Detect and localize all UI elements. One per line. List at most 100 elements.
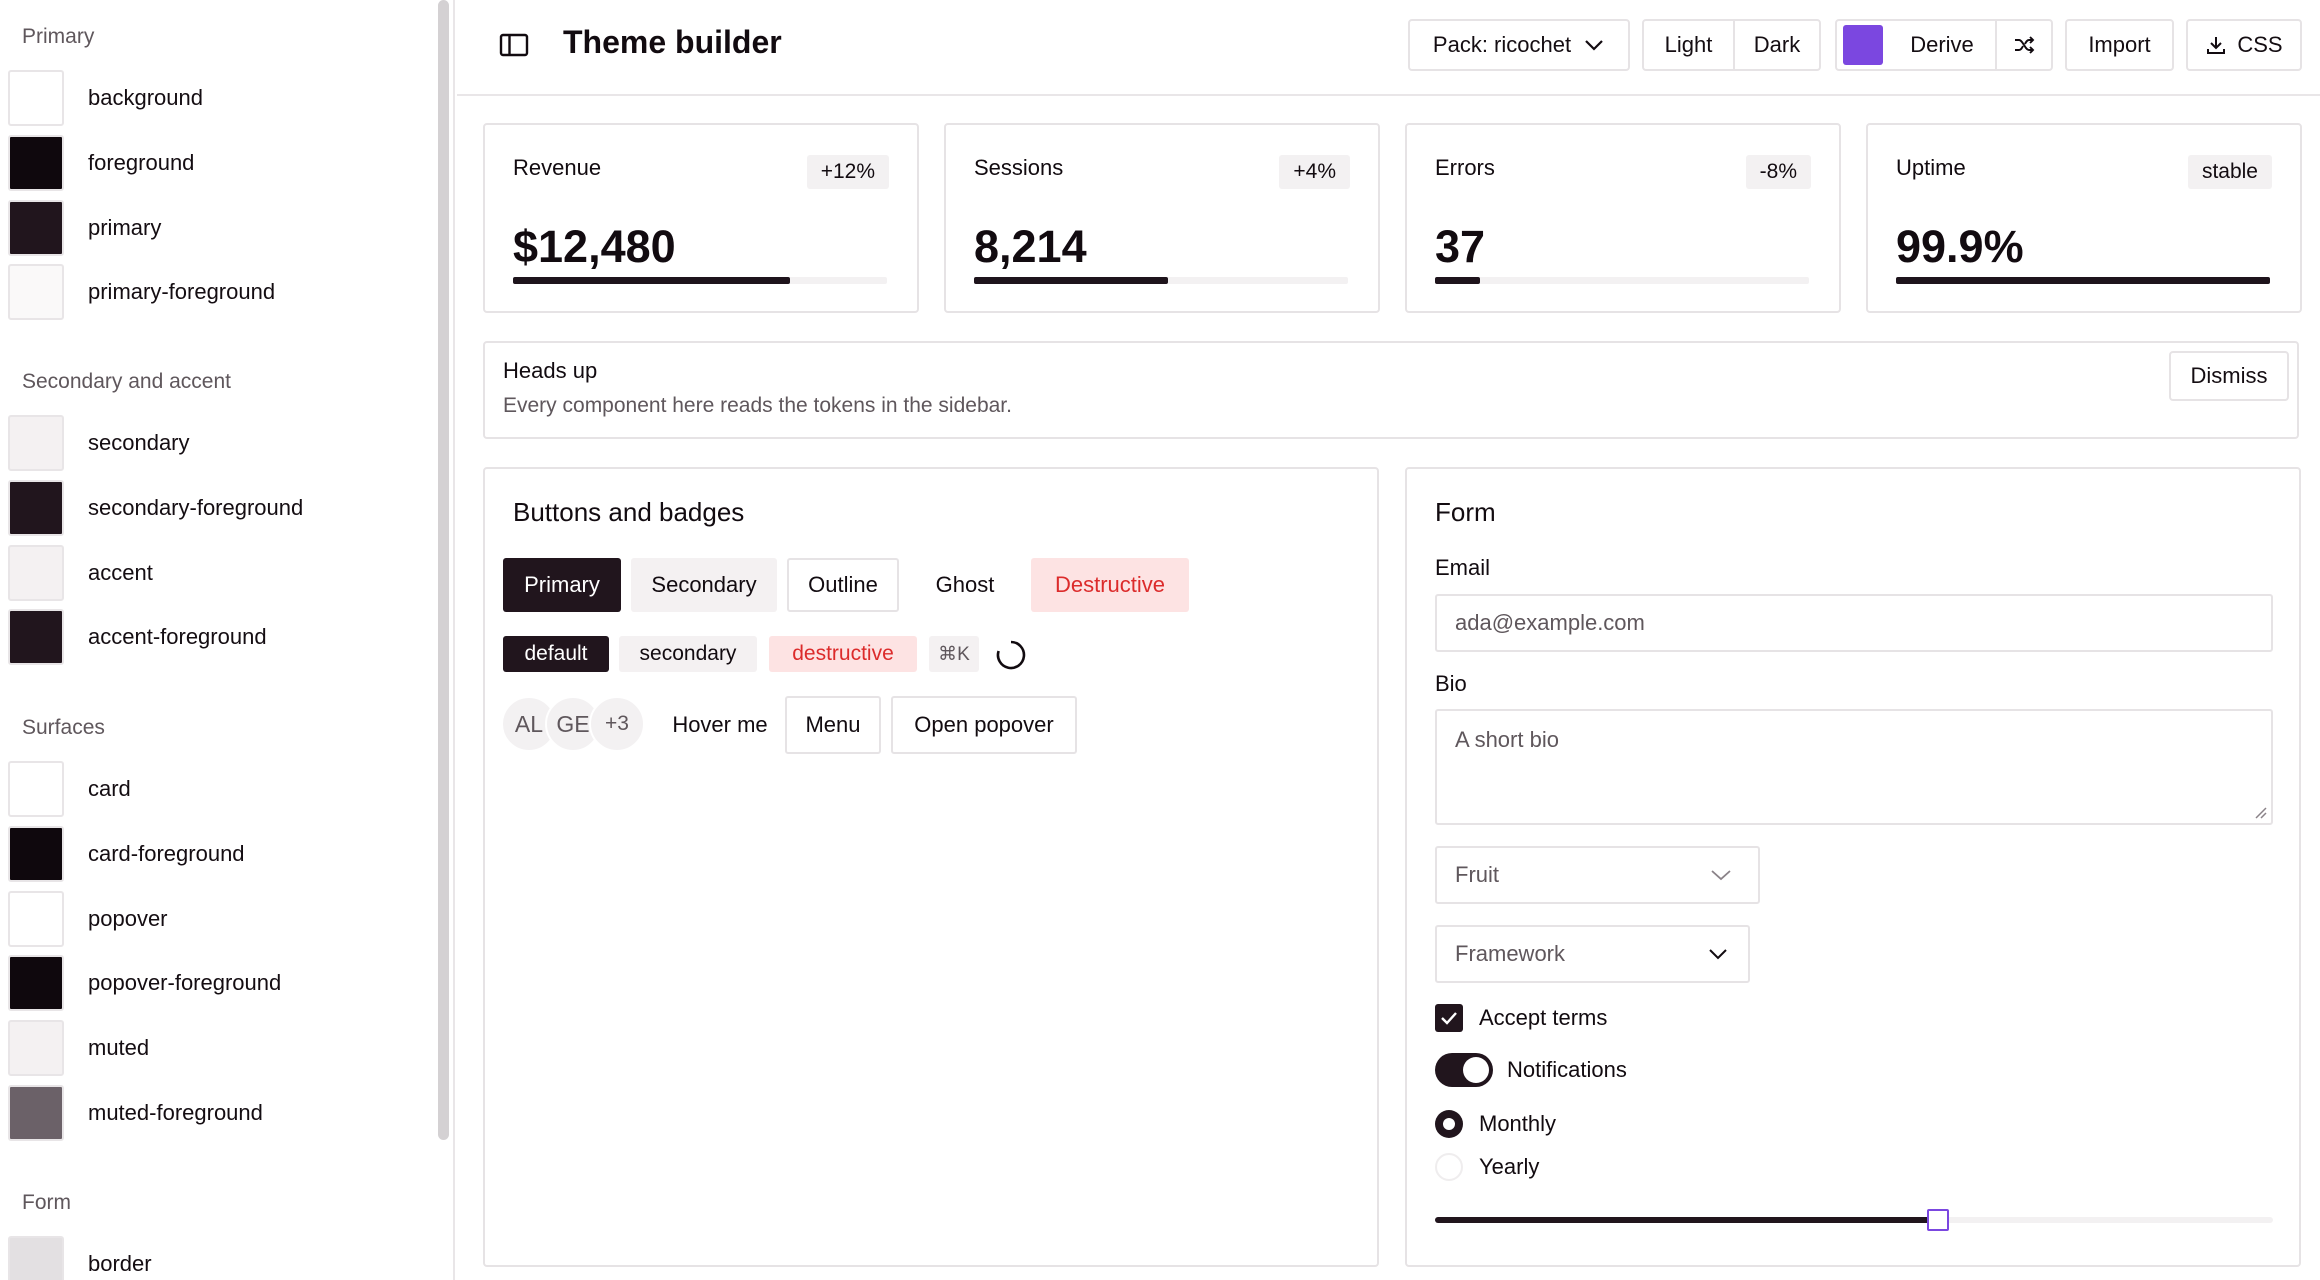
outline-button[interactable]: Outline bbox=[787, 558, 899, 612]
page-title: Theme builder bbox=[563, 24, 782, 60]
framework-select[interactable]: Framework bbox=[1435, 925, 1750, 983]
accent-color-picker[interactable] bbox=[1837, 21, 1889, 69]
token-foreground[interactable]: foreground bbox=[8, 134, 194, 192]
swatch[interactable] bbox=[8, 1020, 64, 1076]
stat-progress-fill bbox=[1896, 277, 2270, 284]
stat-value: $12,480 bbox=[513, 221, 676, 272]
token-label: card-foreground bbox=[88, 841, 245, 866]
token-primary-foreground[interactable]: primary-foreground bbox=[8, 263, 275, 321]
open-popover-button[interactable]: Open popover bbox=[891, 696, 1077, 754]
import-button[interactable]: Import bbox=[2065, 19, 2174, 71]
bio-textarea[interactable]: A short bio bbox=[1435, 709, 2273, 825]
radio-yearly[interactable]: Yearly bbox=[1435, 1153, 1539, 1181]
secondary-button[interactable]: Secondary bbox=[631, 558, 777, 612]
swatch[interactable] bbox=[8, 480, 64, 536]
stat-delta-badge: stable bbox=[2187, 155, 2272, 189]
radio-monthly[interactable]: Monthly bbox=[1435, 1110, 1556, 1138]
alert-title: Heads up bbox=[503, 358, 598, 383]
stat-delta-badge: -8% bbox=[1745, 155, 1811, 189]
swatch[interactable] bbox=[8, 891, 64, 947]
swatch[interactable] bbox=[8, 135, 64, 191]
panel-title: Form bbox=[1435, 497, 1496, 527]
badge-secondary: secondary bbox=[619, 636, 757, 672]
shuffle-button[interactable] bbox=[1995, 21, 2051, 69]
light-mode-button[interactable]: Light bbox=[1644, 21, 1733, 69]
buttons-badges-panel: Buttons and badges Primary Secondary Out… bbox=[483, 467, 1379, 1267]
token-card-foreground[interactable]: card-foreground bbox=[8, 825, 245, 883]
radio-yearly-label: Yearly bbox=[1479, 1154, 1540, 1179]
swatch[interactable] bbox=[8, 609, 64, 665]
token-border[interactable]: border bbox=[8, 1235, 152, 1280]
swatch[interactable] bbox=[8, 1085, 64, 1141]
token-label: primary-foreground bbox=[88, 279, 276, 304]
derive-button[interactable]: Derive bbox=[1889, 21, 1995, 69]
group-title-secondary-accent: Secondary and accent bbox=[22, 370, 231, 393]
stat-progress bbox=[1435, 277, 1809, 284]
token-background[interactable]: background bbox=[8, 69, 203, 127]
token-secondary-foreground[interactable]: secondary-foreground bbox=[8, 479, 303, 537]
token-accent[interactable]: accent bbox=[8, 544, 153, 602]
bio-placeholder: A short bio bbox=[1455, 727, 1559, 752]
stat-progress-fill bbox=[1435, 277, 1480, 284]
swatch[interactable] bbox=[8, 200, 64, 256]
fruit-select[interactable]: Fruit bbox=[1435, 846, 1760, 904]
primary-button[interactable]: Primary bbox=[503, 558, 621, 612]
token-secondary[interactable]: secondary bbox=[8, 414, 190, 472]
dark-mode-button[interactable]: Dark bbox=[1733, 21, 1819, 69]
token-label: popover-foreground bbox=[88, 970, 282, 995]
sidebar-scrollbar[interactable] bbox=[438, 0, 449, 1140]
accept-terms-label: Accept terms bbox=[1479, 1005, 1608, 1030]
notifications-switch[interactable]: Notifications bbox=[1435, 1053, 1627, 1087]
stat-card-errors: Errors -8% 37 bbox=[1405, 123, 1841, 313]
token-card[interactable]: card bbox=[8, 760, 131, 818]
bio-label: Bio bbox=[1435, 671, 1467, 696]
sidebar-toggle-icon[interactable] bbox=[497, 28, 531, 62]
swatch[interactable] bbox=[8, 761, 64, 817]
destructive-button[interactable]: Destructive bbox=[1031, 558, 1189, 612]
swatch[interactable] bbox=[8, 415, 64, 471]
token-muted-foreground[interactable]: muted-foreground bbox=[8, 1084, 263, 1142]
topbar: Theme builder Pack: ricochet Light Dark … bbox=[457, 0, 2320, 96]
dismiss-button[interactable]: Dismiss bbox=[2169, 351, 2289, 401]
token-popover[interactable]: popover bbox=[8, 890, 168, 948]
stat-progress bbox=[1896, 277, 2270, 284]
ghost-button[interactable]: Ghost bbox=[909, 558, 1021, 612]
swatch[interactable] bbox=[8, 70, 64, 126]
token-label: card bbox=[88, 776, 131, 801]
alert-message: Every component here reads the tokens in… bbox=[503, 394, 1012, 417]
group-title-form: Form bbox=[22, 1191, 71, 1214]
menu-button[interactable]: Menu bbox=[785, 696, 881, 754]
radio-selected[interactable] bbox=[1435, 1110, 1463, 1138]
token-popover-foreground[interactable]: popover-foreground bbox=[8, 954, 281, 1012]
swatch[interactable] bbox=[8, 264, 64, 320]
hover-card-trigger[interactable]: Hover me bbox=[663, 696, 777, 754]
export-css-label: CSS bbox=[2237, 32, 2283, 57]
slider-thumb[interactable] bbox=[1926, 1209, 1949, 1231]
radio-dot bbox=[1443, 1118, 1455, 1130]
token-sidebar: Primary background foreground primary pr… bbox=[0, 0, 455, 1280]
stat-value: 8,214 bbox=[974, 221, 1087, 272]
token-muted[interactable]: muted bbox=[8, 1019, 149, 1077]
token-label: secondary bbox=[88, 430, 190, 455]
check-icon bbox=[1441, 1012, 1457, 1025]
accept-terms-checkbox[interactable]: Accept terms bbox=[1435, 1004, 1607, 1032]
resize-handle-icon[interactable] bbox=[2253, 805, 2267, 819]
swatch[interactable] bbox=[8, 826, 64, 882]
theme-builder-app: Primary background foreground primary pr… bbox=[0, 0, 2320, 1280]
radio-unselected[interactable] bbox=[1435, 1153, 1463, 1181]
switch-track[interactable] bbox=[1435, 1053, 1493, 1087]
checkbox-box[interactable] bbox=[1435, 1004, 1463, 1032]
email-field[interactable]: ada@example.com bbox=[1435, 594, 2273, 652]
swatch[interactable] bbox=[8, 545, 64, 601]
token-primary[interactable]: primary bbox=[8, 199, 161, 257]
export-css-button[interactable]: CSS bbox=[2186, 19, 2302, 71]
token-label: primary bbox=[88, 215, 162, 240]
token-accent-foreground[interactable]: accent-foreground bbox=[8, 608, 267, 666]
fruit-select-label: Fruit bbox=[1455, 862, 1499, 887]
swatch[interactable] bbox=[8, 955, 64, 1011]
token-label: border bbox=[88, 1251, 152, 1276]
slider[interactable] bbox=[1435, 1209, 2273, 1231]
badge-default: default bbox=[503, 636, 609, 672]
swatch[interactable] bbox=[8, 1236, 64, 1280]
pack-select[interactable]: Pack: ricochet bbox=[1408, 19, 1630, 71]
